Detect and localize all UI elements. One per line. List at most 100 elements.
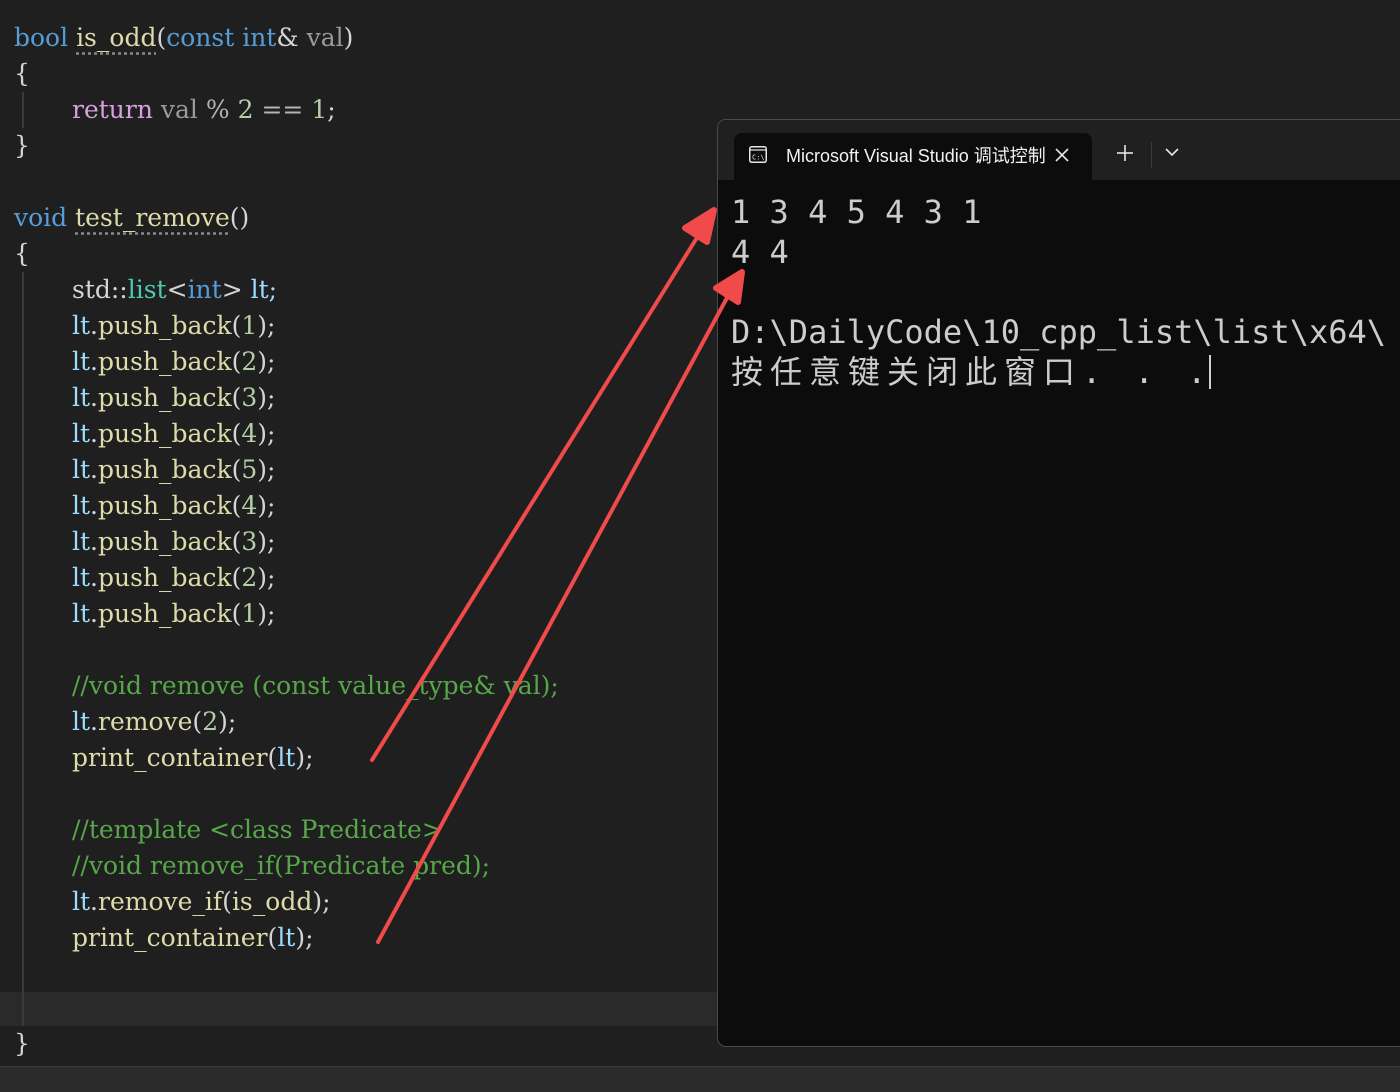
code-line-push-back[interactable]: lt.push_back(4); <box>14 488 275 524</box>
code-line-push-back[interactable]: lt.push_back(3); <box>14 524 275 560</box>
method-name: push_back <box>98 347 232 376</box>
variable: lt <box>277 743 296 772</box>
function-call: print_container <box>72 923 268 952</box>
chevron-down-icon[interactable] <box>1164 146 1180 158</box>
svg-text:C:\: C:\ <box>752 154 765 162</box>
keyword: return <box>72 95 153 124</box>
parameter: val <box>160 95 198 124</box>
function-name[interactable]: test_remove <box>75 203 230 232</box>
keyword: const <box>166 23 235 52</box>
angle-bracket: < <box>166 275 188 304</box>
code-line[interactable]: { <box>14 56 30 92</box>
code-line[interactable]: return val % 2 == 1; <box>14 92 336 128</box>
number: 1 <box>241 599 258 628</box>
code-line[interactable]: } <box>14 128 30 164</box>
type-name: list <box>127 275 167 304</box>
number: 2 <box>241 347 258 376</box>
plus-icon[interactable] <box>1116 144 1134 162</box>
keyword: int <box>187 275 222 304</box>
console-tab-bar: C:\ Microsoft Visual Studio 调试控制台 <box>718 120 1400 181</box>
method-name: push_back <box>98 563 232 592</box>
method-name: push_back <box>98 455 232 484</box>
operator: % <box>205 95 230 124</box>
code-line-push-back[interactable]: lt.push_back(3); <box>14 380 275 416</box>
code-line[interactable]: { <box>14 236 30 272</box>
close-icon[interactable] <box>1051 144 1073 166</box>
code-line[interactable]: bool is_odd(const int& val) <box>14 20 353 56</box>
code-line-push-back[interactable]: lt.push_back(1); <box>14 308 275 344</box>
keyword: void <box>14 203 68 232</box>
method-name: push_back <box>98 527 232 556</box>
brace: } <box>14 1029 30 1058</box>
keyword: bool <box>14 23 69 52</box>
code-line-print[interactable]: print_container(lt); <box>14 920 314 956</box>
code-comment: //template <class Predicate> <box>72 815 443 844</box>
method-name: push_back <box>98 383 232 412</box>
current-line-highlight <box>0 992 720 1026</box>
operator: & <box>276 23 299 52</box>
variable: lt <box>72 455 91 484</box>
parameter: val <box>306 23 344 52</box>
code-line-comment[interactable]: //void remove_if(Predicate pred); <box>14 848 490 884</box>
variable: lt <box>72 383 91 412</box>
number: 3 <box>241 527 258 556</box>
console-output[interactable]: 1 3 4 5 4 3 1 4 4 D:\DailyCode\10_cpp_li… <box>731 192 1386 392</box>
variable: lt <box>72 527 91 556</box>
code-line[interactable]: } <box>14 1026 30 1062</box>
variable: lt <box>277 923 296 952</box>
keyword: int <box>242 23 277 52</box>
angle-bracket: > <box>221 275 243 304</box>
method-name: remove_if <box>98 887 223 916</box>
press-any-key-text: 按任意键关闭此窗口. . . <box>731 353 1214 391</box>
tab-separator <box>1151 142 1152 168</box>
code-line-remove[interactable]: lt.remove(2); <box>14 704 236 740</box>
brace: } <box>14 131 30 160</box>
code-line-push-back[interactable]: lt.push_back(2); <box>14 560 275 596</box>
function-name[interactable]: is_odd <box>76 23 156 52</box>
console-tab[interactable]: C:\ Microsoft Visual Studio 调试控制台 <box>734 133 1092 181</box>
paren: () <box>229 203 250 232</box>
code-line[interactable]: void test_remove() <box>14 200 249 236</box>
variable: lt <box>72 887 91 916</box>
brace: { <box>14 59 30 88</box>
method-name: push_back <box>98 419 232 448</box>
text-caret <box>1209 355 1212 389</box>
debug-console-window[interactable]: C:\ Microsoft Visual Studio 调试控制台 1 3 4 … <box>717 119 1400 1047</box>
code-line-comment[interactable]: //void remove (const value_type& val); <box>14 668 559 704</box>
number: 5 <box>241 455 258 484</box>
paren: ( <box>156 23 167 52</box>
variable: lt <box>72 347 91 376</box>
variable: lt; <box>242 275 278 304</box>
console-output-line: 按任意键关闭此窗口. . . <box>731 352 1386 392</box>
code-line-push-back[interactable]: lt.push_back(2); <box>14 344 275 380</box>
function-call: print_container <box>72 743 268 772</box>
method-name: push_back <box>98 311 232 340</box>
code-comment: //void remove (const value_type& val); <box>72 671 559 700</box>
number: 3 <box>241 383 258 412</box>
number: 1 <box>311 95 328 124</box>
console-output-line: D:\DailyCode\10_cpp_list\list\x64\ <box>731 313 1387 351</box>
number: 4 <box>241 491 258 520</box>
variable: lt <box>72 599 91 628</box>
number: 2 <box>202 707 219 736</box>
code-line-push-back[interactable]: lt.push_back(5); <box>14 452 275 488</box>
semicolon: ; <box>327 95 336 124</box>
number: 1 <box>241 311 258 340</box>
number: 4 <box>241 419 258 448</box>
code-line-remove-if[interactable]: lt.remove_if(is_odd); <box>14 884 331 920</box>
editor-bottom-bar <box>0 1066 1400 1092</box>
code-line-push-back[interactable]: lt.push_back(4); <box>14 416 275 452</box>
method-name: remove <box>98 707 193 736</box>
code-line-print[interactable]: print_container(lt); <box>14 740 314 776</box>
paren: ) <box>343 23 354 52</box>
number: 2 <box>241 563 258 592</box>
namespace: std:: <box>72 275 128 304</box>
brace: { <box>14 239 30 268</box>
variable: lt <box>72 707 91 736</box>
number: 2 <box>237 95 254 124</box>
code-line-push-back[interactable]: lt.push_back(1); <box>14 596 275 632</box>
variable: lt <box>72 491 91 520</box>
code-line-comment[interactable]: //template <class Predicate> <box>14 812 443 848</box>
code-line[interactable]: std::list<int> lt; <box>14 272 277 308</box>
